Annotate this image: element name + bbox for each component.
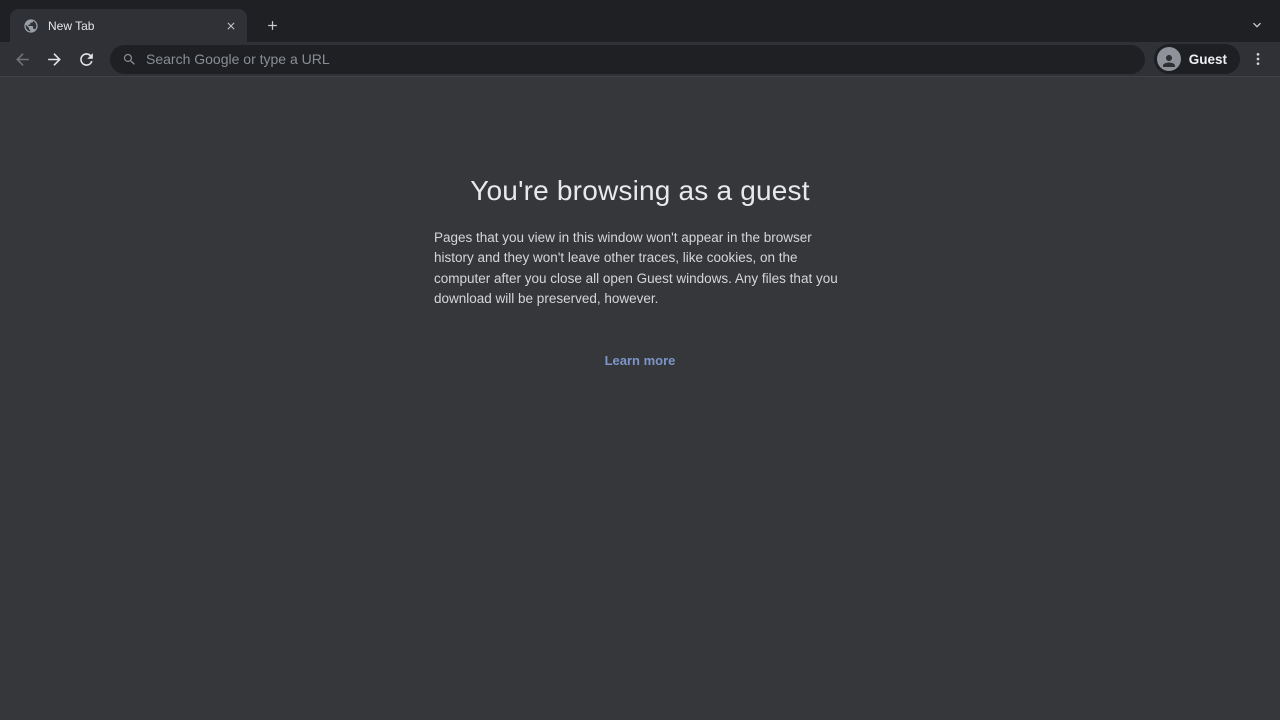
learn-more-row: Learn more — [0, 352, 1280, 370]
guest-ntp-page: You're browsing as a guest Pages that yo… — [0, 77, 1280, 720]
guest-description-line: computer after you close all open Guest … — [434, 269, 846, 289]
tab-new-tab[interactable]: New Tab — [10, 9, 247, 42]
globe-icon — [23, 18, 39, 34]
guest-description-line: download will be preserved, however. — [434, 289, 846, 309]
forward-arrow-icon[interactable] — [42, 46, 66, 72]
address-input[interactable] — [146, 51, 1133, 67]
chevron-down-icon[interactable] — [1246, 14, 1268, 36]
browser-window: New Tab — [0, 0, 1280, 720]
search-icon — [122, 52, 137, 67]
guest-profile-button[interactable]: Guest — [1154, 44, 1240, 74]
reload-icon[interactable] — [74, 46, 98, 72]
new-tab-button[interactable] — [258, 9, 286, 42]
guest-description: Pages that you view in this window won't… — [434, 228, 846, 310]
page-title: You're browsing as a guest — [0, 175, 1280, 207]
back-arrow-icon[interactable] — [10, 46, 34, 72]
kebab-menu-icon[interactable] — [1246, 46, 1270, 72]
guest-description-line: Pages that you view in this window won't… — [434, 228, 846, 248]
tab-strip: New Tab — [0, 0, 1280, 42]
close-tab-icon[interactable] — [222, 17, 239, 34]
address-bar[interactable] — [110, 45, 1145, 74]
guest-description-line: history and they won't leave other trace… — [434, 248, 846, 268]
person-icon — [1157, 47, 1181, 71]
tab-title: New Tab — [48, 19, 222, 33]
learn-more-link[interactable]: Learn more — [605, 353, 676, 368]
guest-label: Guest — [1189, 52, 1227, 67]
toolbar: Guest — [0, 42, 1280, 77]
